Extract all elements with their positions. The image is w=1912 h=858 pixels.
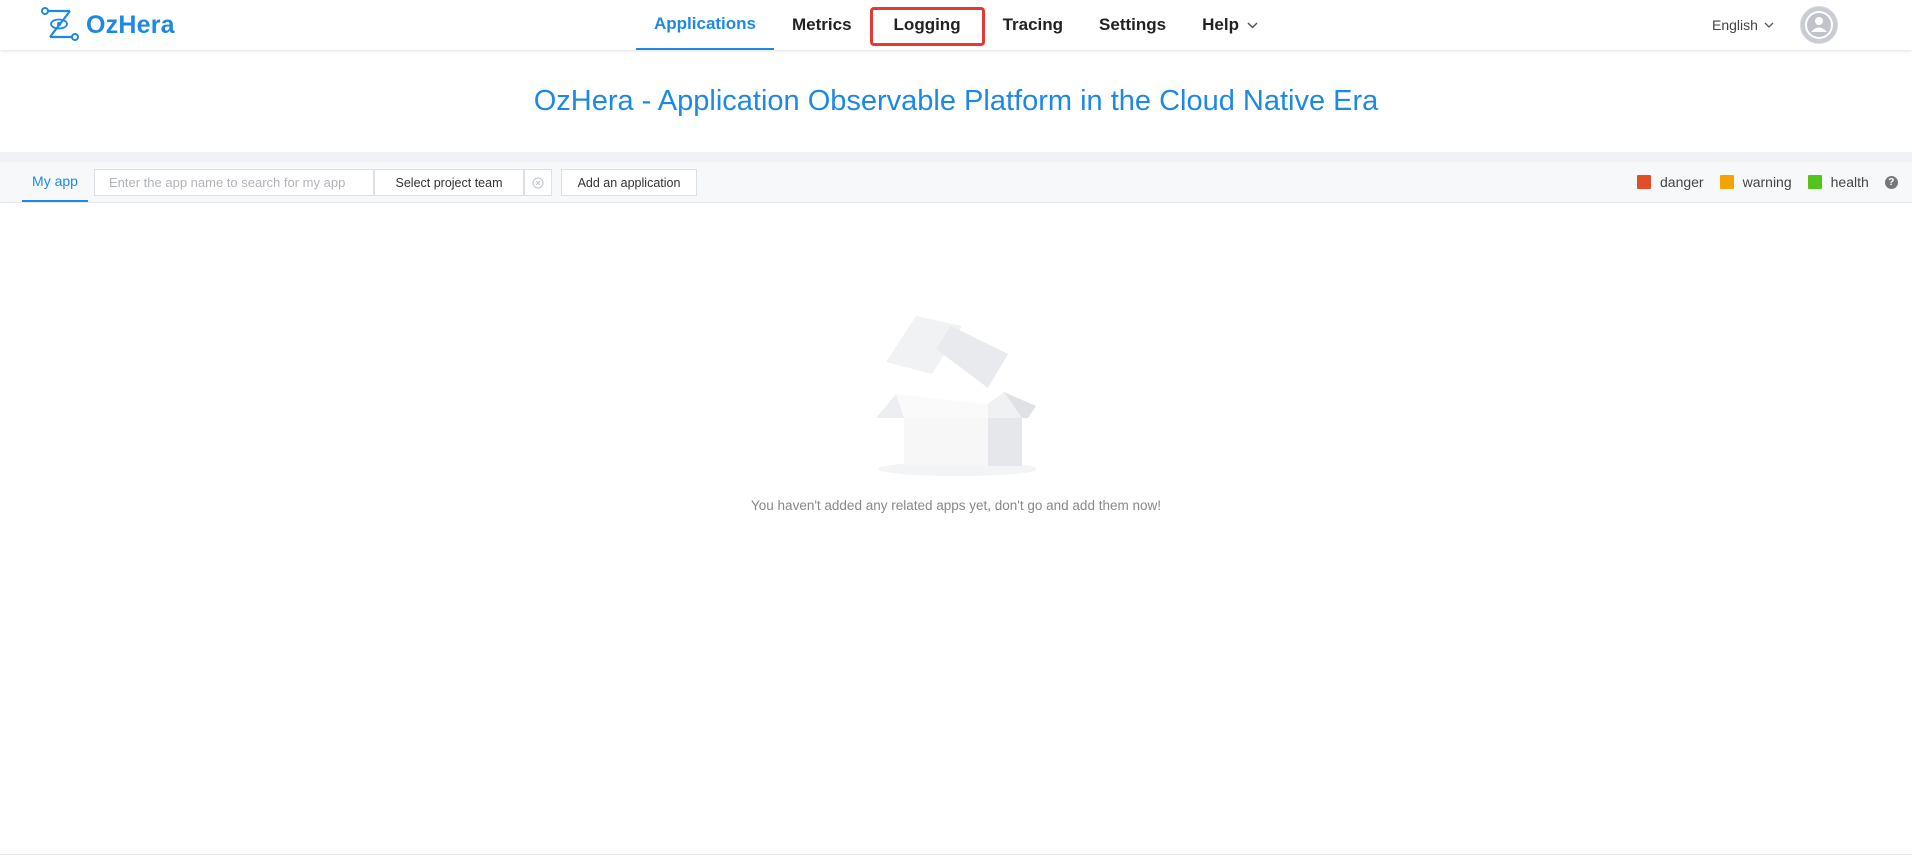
health-swatch — [1807, 175, 1822, 189]
chevron-down-icon — [1764, 22, 1774, 28]
nav-settings-label: Settings — [1099, 15, 1167, 34]
page-title: OzHera - Application Observable Platform… — [533, 84, 1379, 117]
nav-tracing-label: Tracing — [1002, 15, 1064, 34]
tab-my-app[interactable]: My app — [22, 162, 88, 202]
nav-tracing[interactable]: Tracing — [985, 0, 1081, 50]
nav-settings[interactable]: Settings — [1081, 0, 1184, 50]
empty-state-message: You haven't added any related apps yet, … — [751, 498, 1161, 513]
close-circle-icon — [532, 177, 544, 188]
nav-applications-label: Applications — [654, 14, 757, 33]
tab-my-app-label: My app — [32, 173, 78, 189]
select-project-team[interactable]: Select project team — [374, 169, 524, 196]
brand-name: OzHera — [86, 10, 175, 39]
nav-logging[interactable]: Logging — [869, 0, 985, 50]
danger-swatch — [1637, 175, 1651, 189]
nav-applications[interactable]: Applications — [636, 0, 775, 50]
legend-danger: danger — [1637, 174, 1704, 190]
nav-help[interactable]: Help — [1184, 0, 1276, 50]
add-application-label: Add an application — [577, 175, 681, 190]
legend-health: health — [1807, 174, 1869, 190]
status-legend: danger warning health ? — [1637, 162, 1898, 202]
clear-button[interactable] — [524, 169, 552, 196]
chevron-down-icon — [1247, 21, 1258, 29]
language-selector[interactable]: English — [1712, 0, 1774, 50]
legend-health-label: health — [1830, 174, 1869, 190]
nav-logging-label: Logging — [893, 15, 961, 34]
add-application-button[interactable]: Add an application — [561, 169, 697, 196]
top-navbar: OzHera Applications Metrics Logging Trac… — [0, 0, 1912, 50]
legend-warning: warning — [1719, 174, 1792, 190]
user-avatar[interactable] — [1800, 6, 1838, 44]
legend-warning-label: warning — [1742, 174, 1792, 190]
language-label: English — [1712, 17, 1758, 33]
main-nav: Applications Metrics Logging Tracing Set… — [636, 0, 1276, 50]
nav-help-label: Help — [1202, 15, 1239, 34]
brand-logo[interactable]: OzHera — [40, 6, 175, 44]
empty-box-illustration — [876, 316, 1036, 476]
app-toolbar: My app Select project team Add an applic… — [0, 162, 1912, 203]
user-icon — [1805, 11, 1833, 39]
ozhera-logo-icon — [41, 7, 79, 41]
hero-banner: OzHera - Application Observable Platform… — [0, 50, 1912, 152]
app-search-input[interactable] — [94, 169, 374, 196]
help-icon[interactable]: ? — [1884, 175, 1898, 189]
nav-metrics[interactable]: Metrics — [774, 0, 870, 50]
select-team-label: Select project team — [395, 175, 503, 190]
legend-danger-label: danger — [1660, 174, 1704, 190]
nav-metrics-label: Metrics — [792, 15, 852, 34]
warning-swatch — [1719, 175, 1734, 189]
section-divider — [0, 152, 1912, 162]
footer-divider — [0, 854, 1912, 855]
